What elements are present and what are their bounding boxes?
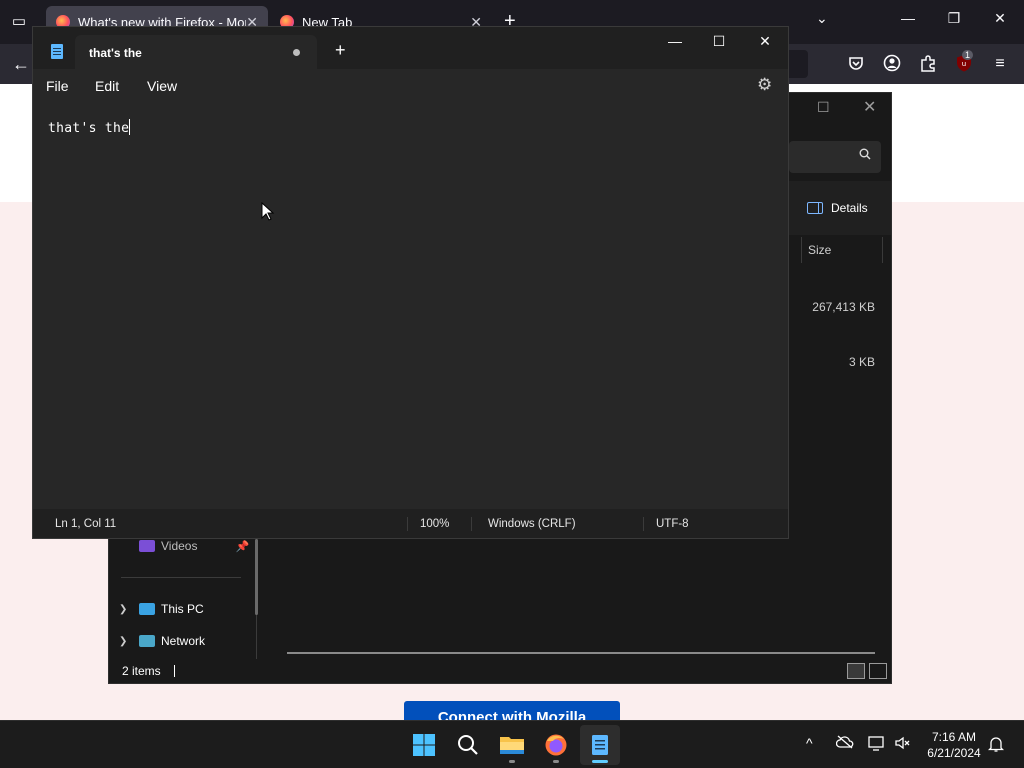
hamburger-menu-icon[interactable]: ≡	[990, 54, 1010, 74]
settings-gear-icon[interactable]: ⚙	[757, 75, 772, 95]
nav-item-network[interactable]: ❯ Network	[119, 634, 205, 648]
notification-bell-icon[interactable]	[987, 735, 1005, 756]
close-window-icon[interactable]: ✕	[863, 97, 876, 117]
file-size: 3 KB	[848, 355, 875, 369]
minimize-icon[interactable]: —	[665, 33, 685, 49]
encoding[interactable]: UTF-8	[656, 518, 689, 530]
horizontal-scrollbar[interactable]	[287, 652, 875, 654]
extension-badge: 1	[962, 50, 974, 60]
system-clock[interactable]: 7:16 AM 6/21/2024	[918, 729, 990, 761]
column-header-size[interactable]: Size	[801, 237, 883, 263]
tab-title: that's the	[89, 46, 142, 60]
menu-view[interactable]: View	[147, 78, 177, 94]
minimize-icon[interactable]: —	[898, 10, 918, 26]
nav-item-label: Videos	[161, 539, 198, 553]
notepad-icon	[592, 735, 608, 755]
details-pane-button[interactable]: Details	[807, 201, 868, 215]
document-text: that's the	[48, 121, 130, 136]
nav-item-this-pc[interactable]: ❯ This PC	[119, 602, 204, 616]
status-bar: 2 items	[109, 659, 891, 683]
list-all-tabs-icon[interactable]: ▭	[8, 11, 30, 33]
large-icons-view-icon[interactable]	[869, 663, 887, 679]
maximize-icon[interactable]: ☐	[817, 99, 830, 116]
menu-edit[interactable]: Edit	[95, 78, 119, 94]
network-status-icon[interactable]	[868, 735, 886, 754]
svg-text:u: u	[962, 60, 966, 68]
nav-item-label: This PC	[161, 602, 204, 616]
notepad-app-icon	[51, 44, 63, 59]
videos-folder-icon	[139, 540, 155, 552]
extensions-icon[interactable]	[918, 54, 938, 74]
restore-icon[interactable]: ❐	[944, 10, 964, 27]
back-arrow-icon[interactable]: ←	[12, 54, 30, 75]
close-window-icon[interactable]: ✕	[990, 10, 1010, 27]
search-icon	[458, 735, 478, 755]
chevron-right-icon[interactable]: ❯	[119, 636, 133, 647]
details-label: Details	[831, 201, 868, 215]
onedrive-cloud-icon[interactable]	[835, 735, 854, 752]
nav-separator	[121, 577, 241, 578]
notepad-menu-bar: File Edit View ⚙	[33, 69, 788, 101]
file-explorer-icon	[500, 737, 524, 754]
details-view-icon[interactable]	[847, 663, 865, 679]
menu-file[interactable]: File	[46, 78, 69, 94]
nav-item-label: Network	[161, 634, 206, 648]
start-icon	[413, 734, 435, 756]
this-pc-icon	[139, 603, 155, 615]
maximize-icon[interactable]: ☐	[709, 33, 729, 50]
pocket-icon[interactable]	[846, 54, 866, 74]
cursor-position: Ln 1, Col 11	[55, 518, 117, 530]
connect-with-mozilla-button[interactable]: Connect with Mozilla	[404, 701, 620, 720]
navigation-pane-scrollbar[interactable]	[255, 539, 258, 615]
notepad-button[interactable]	[580, 725, 620, 765]
add-new-tab-button[interactable]: +	[335, 40, 346, 61]
nav-item-videos[interactable]: Videos 📌	[119, 539, 249, 553]
notepad-document-tab[interactable]: that's the	[75, 35, 317, 69]
notepad-status-bar: Ln 1, Col 11 100% Windows (CRLF) UTF-8	[33, 509, 788, 538]
search-input[interactable]	[789, 141, 881, 173]
taskbar: ^ 7:16 AM 6/21/2024	[0, 720, 1024, 768]
pin-icon: 📌	[235, 540, 250, 553]
line-ending[interactable]: Windows (CRLF)	[488, 518, 576, 530]
show-hidden-icons-chevron-icon[interactable]: ^	[806, 735, 813, 751]
text-caret	[129, 119, 131, 135]
firefox-button[interactable]	[536, 725, 576, 765]
chevron-right-icon[interactable]: ❯	[119, 604, 133, 615]
chevron-down-icon[interactable]: ⌄	[816, 10, 828, 27]
close-window-icon[interactable]: ✕	[755, 33, 775, 50]
notepad-title-bar: that's the + — ☐ ✕	[33, 27, 788, 69]
zoom-level[interactable]: 100%	[420, 518, 449, 530]
volume-muted-icon[interactable]	[894, 735, 912, 754]
network-icon	[139, 635, 155, 647]
clock-time: 7:16 AM	[931, 730, 977, 744]
details-pane-icon	[807, 202, 823, 214]
file-size: 267,413 KB	[812, 300, 875, 314]
clock-date: 6/21/2024	[927, 746, 981, 760]
item-count: 2 items	[122, 664, 161, 678]
mouse-pointer-icon	[261, 201, 275, 222]
file-explorer-button[interactable]	[492, 725, 532, 765]
notepad-window: that's the + — ☐ ✕ File Edit View ⚙ that…	[32, 26, 789, 539]
unsaved-changes-indicator[interactable]	[293, 49, 300, 56]
firefox-icon	[545, 734, 567, 756]
search-icon	[859, 148, 871, 163]
account-icon[interactable]	[882, 54, 902, 74]
text-editor-area[interactable]: that's the	[33, 101, 788, 509]
search-button[interactable]	[448, 725, 488, 765]
start-button[interactable]	[404, 725, 444, 765]
